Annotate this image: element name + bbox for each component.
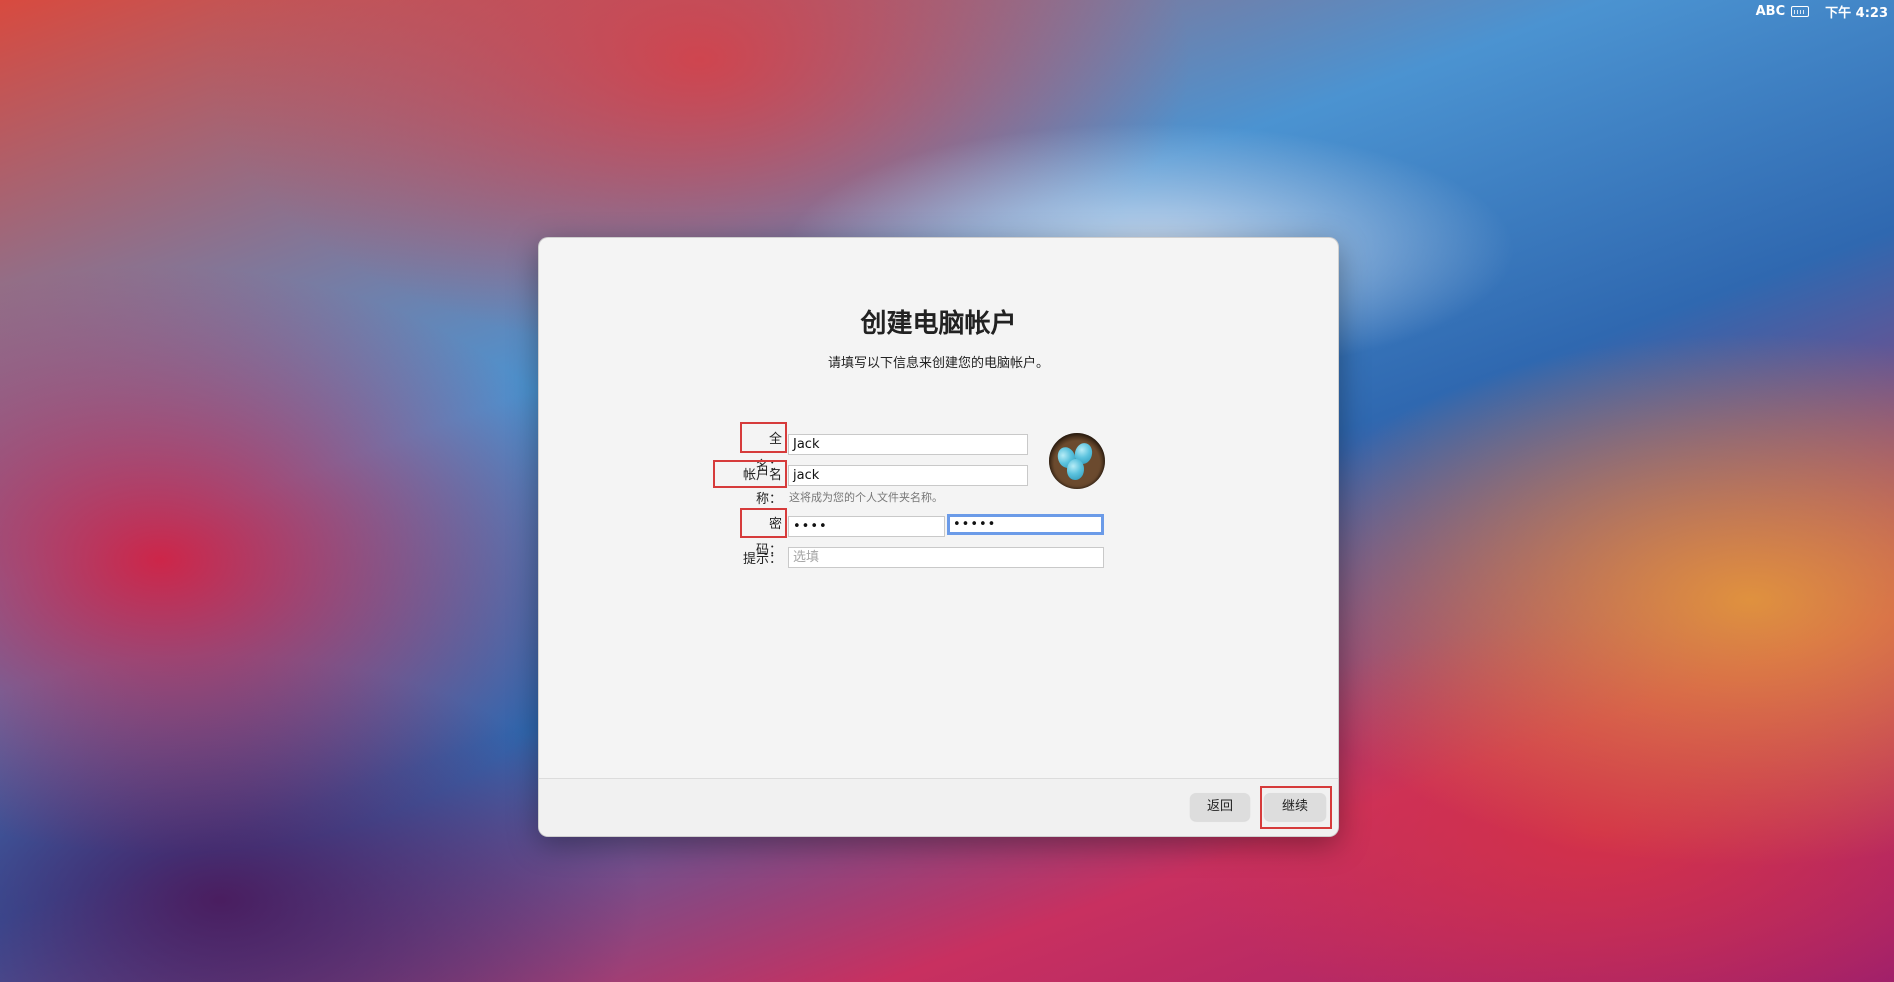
full-name-label: 全名： [740, 422, 787, 474]
dialog-title: 创建电脑帐户 [860, 309, 1017, 339]
dialog-subtitle: 请填写以下信息来创建您的电脑帐户。 [827, 356, 1049, 371]
password-field[interactable]: •••• [788, 516, 945, 537]
password-hint-field[interactable]: 选填 [788, 547, 1104, 568]
menu-bar: ABC 下午 4:23 [1756, 0, 1894, 22]
verify-password-field[interactable]: ••••• [947, 514, 1104, 535]
account-name-label: 帐户名称： [713, 460, 787, 507]
back-button[interactable]: 返回 [1190, 793, 1250, 821]
full-name-field[interactable]: Jack [788, 434, 1028, 455]
account-name-field[interactable]: jack [788, 465, 1028, 486]
password-label: 密码： [740, 508, 787, 558]
dialog-footer: 返回 继续 [539, 778, 1338, 836]
user-picture[interactable] [1049, 433, 1105, 489]
create-account-dialog: 创建电脑帐户 请填写以下信息来创建您的电脑帐户。 全名： Jack 帐户名称： … [538, 237, 1339, 837]
input-source-label: ABC [1755, 3, 1786, 19]
menubar-clock[interactable]: 下午 4:23 [1825, 2, 1888, 21]
input-source-menu[interactable]: ABC [1756, 4, 1810, 19]
egg-icon [1066, 458, 1085, 481]
password-hint-label: 提示： [742, 552, 782, 567]
keyboard-icon [1791, 5, 1810, 17]
continue-button[interactable]: 继续 [1264, 793, 1326, 821]
account-name-hint: 这将成为您的个人文件夹名称。 [789, 491, 943, 504]
